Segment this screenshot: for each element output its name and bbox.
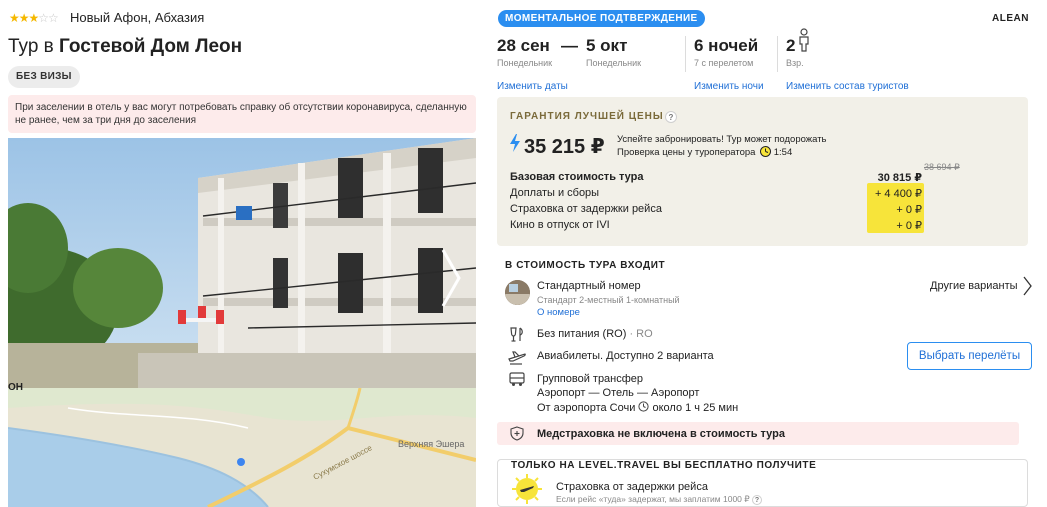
photo-next-arrow[interactable]	[440, 248, 462, 308]
plane-icon	[508, 351, 526, 365]
breakdown-label-delay-insurance: Страховка от задержки рейса	[510, 203, 662, 215]
chevron-right-icon[interactable]	[1023, 276, 1032, 296]
transfer-from: От аэропорта Сочи	[537, 402, 636, 414]
day-to: Понедельник	[586, 58, 642, 68]
meal-plan: Без питания (RO) · RO	[537, 328, 653, 340]
hotel-stars: ★★★☆☆	[9, 11, 59, 25]
bus-icon	[509, 372, 525, 386]
clock-icon	[638, 401, 650, 412]
includes-title: В СТОИМОСТЬ ТУРА ВХОДИТ	[505, 260, 666, 271]
free-bonus-title: ТОЛЬКО НА LEVEL.TRAVEL ВЫ БЕСПЛАТНО ПОЛУ…	[508, 460, 820, 471]
person-icon	[799, 28, 809, 52]
map-label-village: Верхняя Эшера	[398, 439, 465, 449]
question-icon[interactable]: ?	[665, 111, 677, 123]
lightning-icon	[510, 134, 520, 152]
free-item-sub-text: Если рейс «туда» задержат, мы заплатим 1…	[556, 494, 750, 504]
divider	[777, 36, 778, 72]
breakdown-value-base: 30 815 ₽	[877, 172, 922, 184]
choose-flights-button[interactable]: Выбрать перелёты	[907, 342, 1032, 370]
covid-notice: При заселении в отель у вас могут потреб…	[8, 95, 476, 133]
nights-count: 6 ночей	[694, 36, 759, 55]
medical-insurance-text: Медстраховка не включена в стоимость тур…	[537, 428, 785, 440]
tour-operator: ALEAN	[992, 13, 1029, 24]
adults-count: 2	[786, 36, 796, 55]
date-from: 28 сен	[497, 36, 550, 55]
room-thumbnail	[505, 280, 530, 305]
transfer-title: Групповой трансфер	[537, 373, 644, 385]
chevron-right-icon	[441, 249, 461, 307]
other-variants-link[interactable]: Другие варианты	[930, 280, 1018, 292]
meal-icon	[510, 327, 523, 342]
breakdown-label-fees: Доплаты и сборы	[510, 187, 600, 199]
day-from: Понедельник	[497, 58, 553, 68]
hotel-photo[interactable]	[8, 138, 476, 388]
room-name: Стандартный номер	[537, 280, 641, 292]
flight-delay-icon	[512, 474, 542, 504]
room-sub: Стандарт 2-местный 1-комнатный	[537, 295, 680, 305]
transfer-route: Аэропорт — Отель — Аэропорт	[537, 387, 700, 399]
breakdown-label-ivi: Кино в отпуск от IVI	[510, 219, 610, 231]
flights-text: Авиабилеты. Доступно 2 варианта	[537, 350, 714, 362]
date-to: 5 окт	[586, 36, 628, 55]
free-item-sub: Если рейс «туда» задержат, мы заплатим 1…	[556, 494, 763, 505]
price-note-line1: Успейте забронировать! Тур может подорож…	[617, 134, 827, 145]
hotel-map[interactable]: Верхняя Эшера Сухумское шоссе	[8, 388, 476, 507]
timer-icon	[760, 146, 772, 157]
price-check-line: Проверка цены у туроператора 1:54	[617, 146, 827, 159]
hotel-building-image	[8, 138, 476, 388]
map-label-top: ОН	[8, 382, 23, 393]
room-image	[505, 280, 530, 305]
timer-value: 1:54	[773, 147, 793, 158]
total-price: 35 215 ₽	[524, 136, 605, 158]
old-price: 38 694 ₽	[924, 162, 960, 172]
price-note-line2: Проверка цены у туроператора	[617, 147, 756, 158]
transfer-time: около 1 ч 25 мин	[652, 402, 739, 414]
change-tourists-link[interactable]: Изменить состав туристов	[786, 81, 909, 92]
instant-confirmation-badge: МОМЕНТАЛЬНОЕ ПОДТВЕРЖДЕНИЕ	[498, 10, 705, 27]
divider	[685, 36, 686, 72]
about-room-link[interactable]: О номере	[537, 307, 580, 318]
free-item-title: Страховка от задержки рейса	[556, 481, 708, 493]
hotel-map-marker	[237, 458, 245, 466]
shield-icon	[510, 426, 524, 441]
meal-plan-label: Без питания (RO)	[537, 328, 627, 340]
breakdown-value-delay-insurance: + 0 ₽	[896, 204, 922, 216]
change-dates-link[interactable]: Изменить даты	[497, 81, 568, 92]
breakdown-label-base: Базовая стоимость тура	[510, 171, 644, 183]
visa-badge: БЕЗ ВИЗЫ	[8, 66, 80, 88]
transfer-duration: От аэропорта Сочи около 1 ч 25 мин	[537, 401, 738, 414]
change-nights-link[interactable]: Изменить ночи	[694, 81, 764, 92]
breakdown-value-fees: + 4 400 ₽	[874, 188, 922, 200]
guarantee-title: ГАРАНТИЯ ЛУЧШЕЙ ЦЕНЫ	[510, 111, 664, 122]
meal-plan-code: · RO	[629, 328, 653, 340]
breakdown-value-ivi: + 0 ₽	[896, 220, 922, 232]
date-dash: —	[561, 36, 578, 55]
page-title: Тур в Гостевой Дом Леон	[8, 36, 243, 57]
adults-sub: Взр.	[786, 58, 804, 68]
question-icon[interactable]: ?	[752, 495, 763, 505]
hotel-location: Новый Афон, Абхазия	[70, 10, 205, 25]
price-note: Успейте забронировать! Тур может подорож…	[617, 134, 827, 159]
nights-sub: 7 с перелетом	[694, 58, 754, 68]
